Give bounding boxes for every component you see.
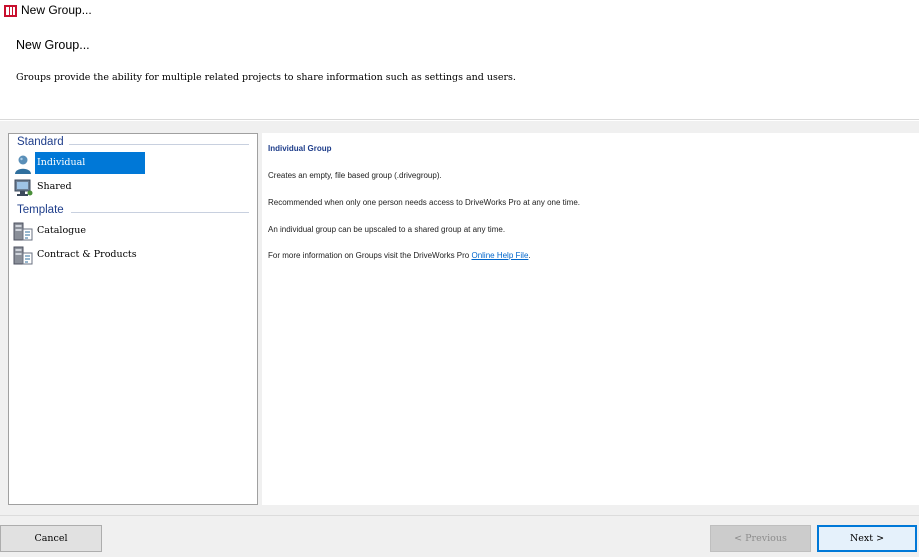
driveworks-app-icon [4,5,17,17]
wizard-header: New Group... Groups provide the ability … [0,22,919,120]
window-title: New Group... [21,3,92,17]
group-header-standard: Standard [17,136,64,148]
detail-help-text: For more information on Groups visit the… [268,251,472,260]
detail-help-suffix: . [528,251,531,260]
person-icon [15,155,31,174]
cancel-button[interactable]: Cancel [0,525,102,552]
detail-panel: Individual Group Creates an empty, file … [262,133,919,505]
page-description: Groups provide the ability for multiple … [16,72,516,83]
online-help-link[interactable]: Online Help File [471,251,528,260]
group-divider [69,144,249,145]
title-bar: New Group... [0,0,919,22]
computer-users-icon [14,179,33,196]
next-button[interactable]: Next > [817,525,917,552]
previous-button[interactable]: < Previous [710,525,811,552]
wizard-footer: Cancel < Previous Next > [0,515,919,557]
group-type-list: Standard Individual Shared Template Cata… [8,133,258,505]
list-item-catalogue[interactable]: Catalogue [11,220,251,244]
list-item-label: Catalogue [37,225,86,236]
list-item-contract-products[interactable]: Contract & Products [11,244,251,268]
page-title: New Group... [16,38,90,52]
list-item-shared[interactable]: Shared [11,176,251,200]
list-item-label: Contract & Products [37,249,137,260]
group-divider [71,212,249,213]
detail-title: Individual Group [268,144,332,153]
list-item-individual[interactable]: Individual [11,152,251,176]
server-document-icon [13,222,33,241]
list-item-label: Individual [35,152,145,174]
server-document-icon [13,246,33,265]
list-item-label: Shared [37,181,72,192]
detail-help-paragraph: For more information on Groups visit the… [268,251,531,260]
detail-paragraph: An individual group can be upscaled to a… [268,225,506,234]
detail-paragraph: Recommended when only one person needs a… [268,198,581,207]
wizard-content: Standard Individual Shared Template Cata… [0,121,919,515]
detail-paragraph: Creates an empty, file based group (.dri… [268,171,442,180]
group-header-template: Template [17,204,64,216]
